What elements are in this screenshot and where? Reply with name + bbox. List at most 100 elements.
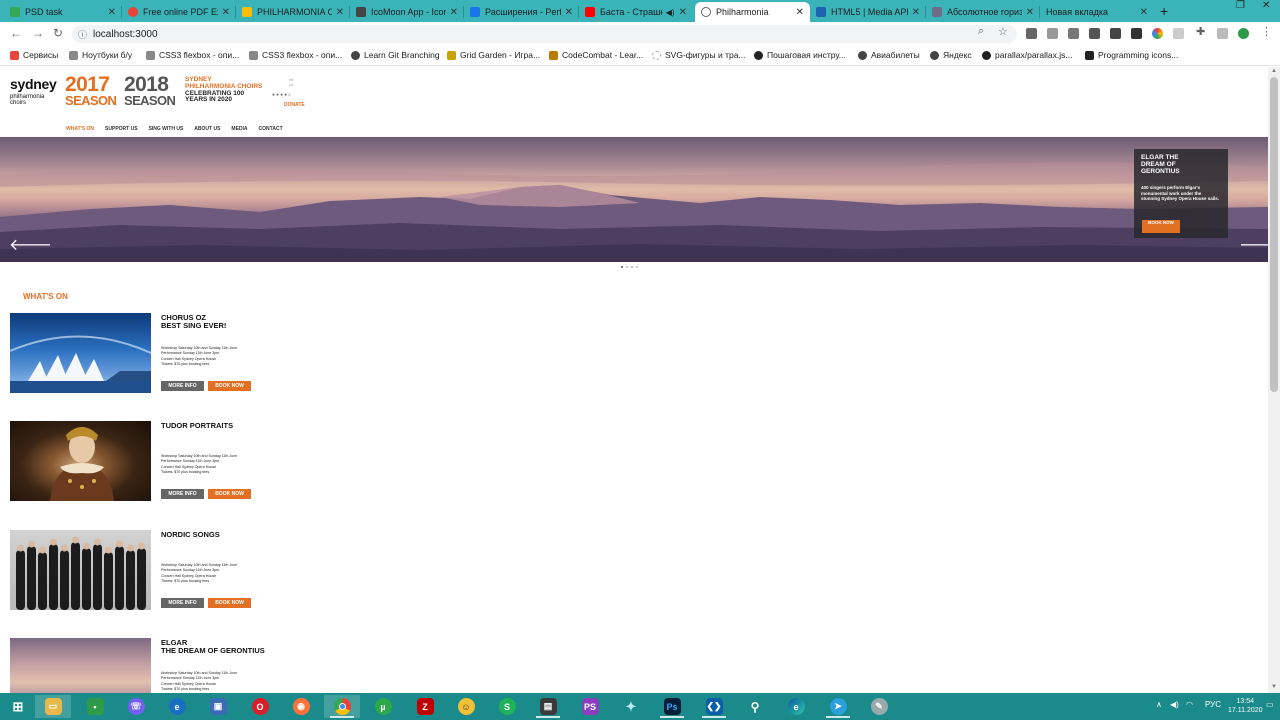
bookmark-item[interactable]: CSS3 flexbox - опи...: [146, 50, 239, 60]
tab-close-icon[interactable]: ✕: [450, 7, 458, 18]
network-icon[interactable]: ◠: [1186, 700, 1193, 709]
browser-tab[interactable]: PHILHARMONIA CH ✕: [236, 2, 350, 22]
taskbar-app[interactable]: e: [778, 695, 814, 718]
bookmark-item[interactable]: Яндекс: [930, 50, 972, 60]
notifications-icon[interactable]: ▭: [1266, 700, 1274, 709]
book-now-button[interactable]: BOOK NOW: [208, 489, 251, 499]
system-clock[interactable]: 13:54 17.11.2020: [1228, 697, 1263, 716]
nav-contact[interactable]: CONTACT: [259, 126, 283, 132]
nav-about-us[interactable]: ABOUT US: [194, 126, 220, 132]
taskbar-app[interactable]: ➤: [820, 695, 856, 718]
browser-menu-icon[interactable]: ⋮: [1261, 25, 1272, 38]
extension-icon[interactable]: [1089, 28, 1100, 39]
taskbar-app[interactable]: Ps: [654, 695, 690, 718]
bookmark-item[interactable]: Programming icons...: [1085, 50, 1178, 60]
new-tab-plus-icon[interactable]: +: [1160, 3, 1168, 19]
extension-icon[interactable]: [1110, 28, 1121, 39]
bookmark-item[interactable]: Ноутбуки б/у: [69, 50, 132, 60]
color-picker-extension-icon[interactable]: [1152, 28, 1163, 39]
tab-close-icon[interactable]: ✕: [679, 7, 687, 18]
browser-tab[interactable]: HTML5 | Media API ✕: [810, 2, 926, 22]
tab-close-icon[interactable]: ✕: [796, 7, 804, 18]
taskbar-app[interactable]: ⚲: [737, 695, 773, 718]
extension-icon[interactable]: [1131, 28, 1142, 39]
taskbar-app[interactable]: PS: [572, 695, 608, 718]
back-arrow-icon[interactable]: ←: [10, 26, 22, 40]
slider-dot[interactable]: [621, 266, 623, 268]
scroll-down-arrow-icon[interactable]: ▼: [1271, 684, 1277, 690]
taskbar-app[interactable]: ▭: [35, 695, 71, 718]
bookmark-item[interactable]: Сервисы: [10, 50, 58, 60]
tab-close-icon[interactable]: ✕: [108, 7, 116, 18]
browser-tab[interactable]: IcoMoon App - Icor ✕: [350, 2, 464, 22]
taskbar-app[interactable]: ✎: [861, 695, 897, 718]
nav-support-us[interactable]: SUPPORT US: [105, 126, 138, 132]
taskbar-app[interactable]: ✦: [613, 695, 649, 718]
volume-icon[interactable]: ◀): [1170, 700, 1179, 709]
more-info-button[interactable]: MORE INFO: [161, 598, 204, 608]
book-now-button[interactable]: BOOK NOW: [208, 381, 251, 391]
browser-tab[interactable]: Расширения - Perfe ✕: [464, 2, 579, 22]
tab-close-icon[interactable]: ✕: [1140, 7, 1148, 18]
extension-icon[interactable]: [1217, 28, 1228, 39]
page-scrollbar[interactable]: ▲ ▼: [1268, 67, 1280, 693]
bookmark-item[interactable]: SVG-фигуры и тра...: [652, 50, 746, 60]
taskbar-app[interactable]: µ: [365, 695, 401, 718]
more-info-button[interactable]: MORE INFO: [161, 489, 204, 499]
bookmark-item[interactable]: Авиабилеты: [858, 50, 920, 60]
slider-prev-arrow-icon[interactable]: 🡐: [9, 238, 52, 254]
account-links[interactable]: ▭ ▭: [289, 77, 293, 88]
tab-close-icon[interactable]: ✕: [336, 7, 344, 18]
slider-dot[interactable]: [636, 266, 638, 268]
forward-arrow-icon[interactable]: →: [32, 26, 44, 40]
slider-dot[interactable]: [631, 266, 633, 268]
tray-chevron-up-icon[interactable]: ∧: [1156, 700, 1162, 709]
scroll-up-arrow-icon[interactable]: ▲: [1271, 68, 1277, 74]
search-icon[interactable]: ⌕: [978, 25, 984, 38]
scrollbar-thumb[interactable]: [1270, 77, 1278, 392]
taskbar-app[interactable]: ▤: [530, 695, 566, 718]
reload-icon[interactable]: ↻: [53, 26, 63, 40]
season-2017-link[interactable]: 2017 SEASON: [65, 74, 117, 107]
close-window-icon[interactable]: ✕: [1262, 0, 1270, 11]
restore-window-icon[interactable]: ❐: [1236, 0, 1245, 11]
taskbar-app[interactable]: ▣: [200, 695, 236, 718]
profile-avatar-icon[interactable]: [1238, 28, 1249, 39]
site-logo[interactable]: sydney philharmonia choirs: [10, 77, 57, 106]
browser-tab[interactable]: Баста - Страшн ◀) ✕: [579, 2, 693, 22]
nav-whats-on[interactable]: WHAT'S ON: [66, 126, 94, 132]
taskbar-app[interactable]: ☏: [118, 695, 154, 718]
social-icons[interactable]: ●●●●⌕: [272, 92, 292, 98]
bookmark-item[interactable]: CSS3 flexbox - опи...: [249, 50, 342, 60]
tab-close-icon[interactable]: ✕: [565, 7, 573, 18]
slider-next-arrow-icon[interactable]: 🡒: [1239, 238, 1268, 254]
taskbar-app[interactable]: ❮❯: [696, 695, 732, 718]
taskbar-app[interactable]: ☺: [448, 695, 484, 718]
taskbar-app[interactable]: e: [159, 695, 195, 718]
bookmark-item[interactable]: Learn Git Branching: [351, 50, 440, 60]
donate-link[interactable]: DONATE: [284, 102, 305, 108]
bookmark-item[interactable]: Пошаговая инстру...: [754, 50, 846, 60]
taskbar-app[interactable]: ◉: [283, 695, 319, 718]
browser-tab[interactable]: Новая вкладка ✕: [1040, 2, 1154, 22]
browser-tab[interactable]: Free online PDF Extr ✕: [122, 2, 236, 22]
extensions-puzzle-icon[interactable]: ✚: [1196, 25, 1205, 38]
address-bar[interactable]: ⓘ localhost:3000: [72, 25, 1017, 43]
browser-tab[interactable]: Абсолютное горизо ✕: [926, 2, 1040, 22]
browser-tab[interactable]: PSD task ✕: [4, 2, 122, 22]
bookmark-star-icon[interactable]: ☆: [998, 25, 1008, 38]
taskbar-app-active[interactable]: [324, 695, 360, 718]
taskbar-app[interactable]: Z: [407, 695, 443, 718]
search-icon[interactable]: ⌕: [288, 92, 292, 98]
season-2018-link[interactable]: 2018 SEASON: [124, 74, 176, 107]
promo-book-now-button[interactable]: BOOK NOW: [1142, 220, 1180, 233]
url-text[interactable]: localhost:3000: [93, 29, 158, 40]
slider-dot[interactable]: [626, 266, 628, 268]
nav-sing-with-us[interactable]: SING WITH US: [149, 126, 184, 132]
taskbar-app[interactable]: ▪: [77, 695, 113, 718]
audio-playing-icon[interactable]: ◀): [666, 8, 675, 17]
extension-icon[interactable]: [1047, 28, 1058, 39]
tab-close-icon[interactable]: ✕: [222, 7, 230, 18]
nav-media[interactable]: MEDIA: [231, 126, 247, 132]
bookmark-item[interactable]: CodeCombat - Lear...: [549, 50, 643, 60]
